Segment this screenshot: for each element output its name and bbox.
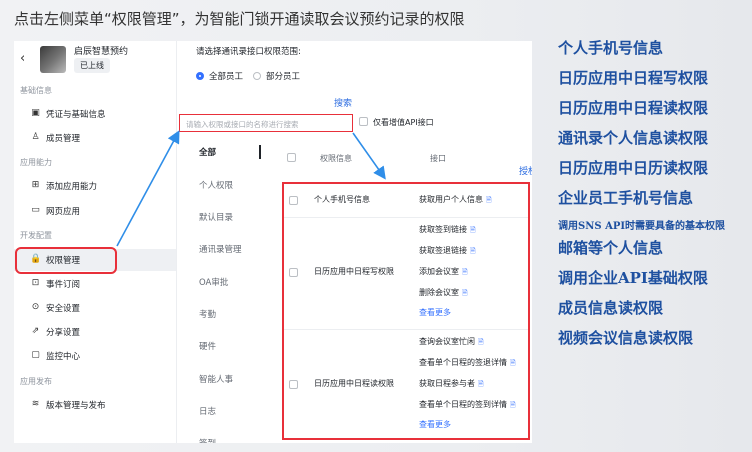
summary-item: 成员信息读权限 [558,299,664,317]
summary-item: 日历应用中日历读权限 [558,159,709,177]
summary-item: 日历应用中日程写权限 [558,69,709,87]
summary-item: 企业员工手机号信息 [558,189,694,207]
summary-item: 调用企业API基础权限 [558,269,708,287]
arrow-to-table [352,132,386,180]
summary-item: 个人手机号信息 [558,39,664,57]
summary-item: 通讯录个人信息读权限 [558,129,709,147]
summary-item: 视频会议信息读权限 [558,329,694,347]
summary-item: 邮箱等个人信息 [558,239,664,257]
arrow-to-search [116,130,180,247]
summary-item: 调用SNS API时需要具备的基本权限 [558,221,726,232]
summary-item: 日历应用中日程读权限 [558,99,709,117]
